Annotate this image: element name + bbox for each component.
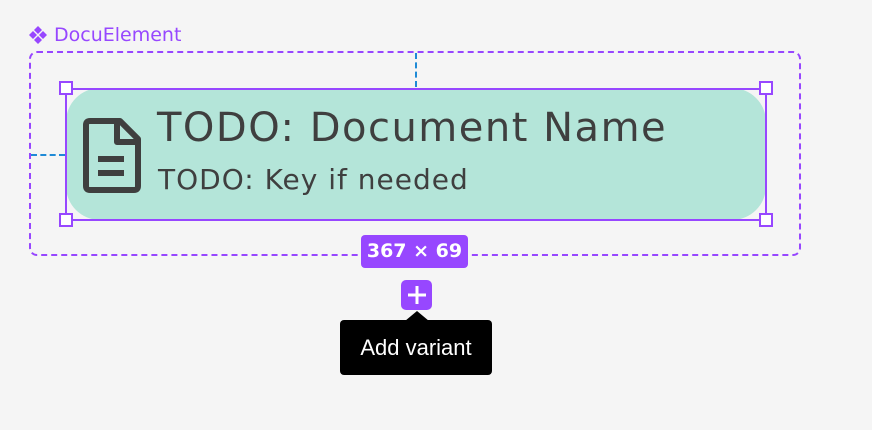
add-variant-tooltip: Add variant bbox=[340, 320, 492, 375]
size-badge: 367 × 69 bbox=[361, 235, 468, 268]
resize-handle-top-right[interactable] bbox=[759, 81, 773, 95]
plus-icon bbox=[407, 285, 427, 305]
horizontal-spacing-guide bbox=[31, 154, 65, 156]
add-variant-button[interactable] bbox=[401, 280, 432, 310]
resize-handle-bottom-right[interactable] bbox=[759, 213, 773, 227]
document-title: TODO: Document Name bbox=[157, 105, 668, 151]
component-name: DocuElement bbox=[54, 24, 182, 46]
vertical-spacing-guide bbox=[415, 53, 417, 87]
component-label[interactable]: DocuElement bbox=[28, 22, 181, 48]
document-subtitle: TODO: Key if needed bbox=[158, 163, 469, 196]
component-icon bbox=[28, 25, 48, 45]
resize-handle-top-left[interactable] bbox=[59, 81, 73, 95]
resize-handle-bottom-left[interactable] bbox=[59, 213, 73, 227]
document-icon bbox=[80, 116, 144, 194]
